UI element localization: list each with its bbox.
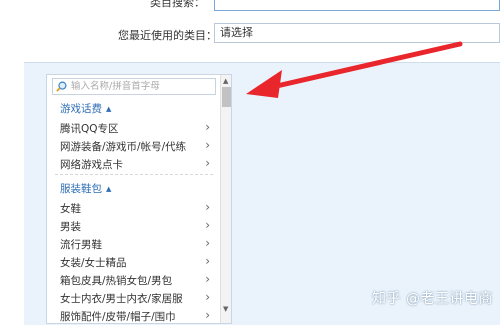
caret-up-icon: ▲ [106,185,112,193]
category-filter-input[interactable] [71,79,213,94]
list-scrollbar[interactable]: ▲ ▼ [220,75,231,323]
category-title-apparel[interactable]: 服装鞋包 ▲ [60,181,111,196]
chevron-right-icon: › [205,200,210,214]
category-search-label: 类目搜索： [150,0,205,9]
category-list: 游戏话费 ▲ 腾讯QQ专区› 网游装备/游戏币/帐号/代练› 网络游戏点卡› 服装… [46,74,232,324]
category-title-label: 游戏话费 [60,103,102,115]
category-title-games[interactable]: 游戏话费 ▲ [60,101,111,116]
list-item[interactable]: 网络游戏点卡 › [60,156,210,172]
category-title-label: 服装鞋包 [60,183,102,195]
search-icon [56,81,67,92]
chevron-right-icon: › [205,308,210,322]
list-item[interactable]: 流行男鞋 › [60,236,210,252]
list-item[interactable]: 男装 › [60,218,210,234]
category-divider [55,174,213,175]
watermark: 知乎 @老王讲电商 [372,291,493,307]
caret-up-icon: ▲ [106,105,112,113]
red-arrow-annotation [246,41,463,98]
recent-category-label: 您最近使用的类目： [118,29,217,42]
chevron-right-icon: › [205,254,210,268]
list-item[interactable]: 女鞋 › [60,200,210,216]
chevron-right-icon: › [205,120,210,134]
list-item[interactable]: 箱包皮具/热销女包/男包 › [60,272,210,288]
chevron-right-icon: › [205,290,210,304]
chevron-right-icon: › [205,236,210,250]
scrollbar-thumb[interactable] [222,87,231,107]
list-item[interactable]: 服饰配件/皮带/帽子/围巾 › [60,308,210,323]
list-item[interactable]: 腾讯QQ专区 › [60,120,210,136]
list-item[interactable]: 女士内衣/男士内衣/家居服 › [60,290,210,306]
chevron-right-icon: › [205,218,210,232]
category-search-input[interactable] [214,0,500,11]
scroll-down-icon[interactable]: ▼ [223,305,228,313]
scroll-up-icon[interactable]: ▲ [223,77,228,85]
list-item[interactable]: 网游装备/游戏币/帐号/代练 › [60,138,210,154]
list-item[interactable]: 女装/女士精品 › [60,254,210,270]
chevron-right-icon: › [205,272,210,286]
category-filter [52,78,216,95]
chevron-right-icon: › [205,156,210,170]
chevron-right-icon: › [205,138,210,152]
